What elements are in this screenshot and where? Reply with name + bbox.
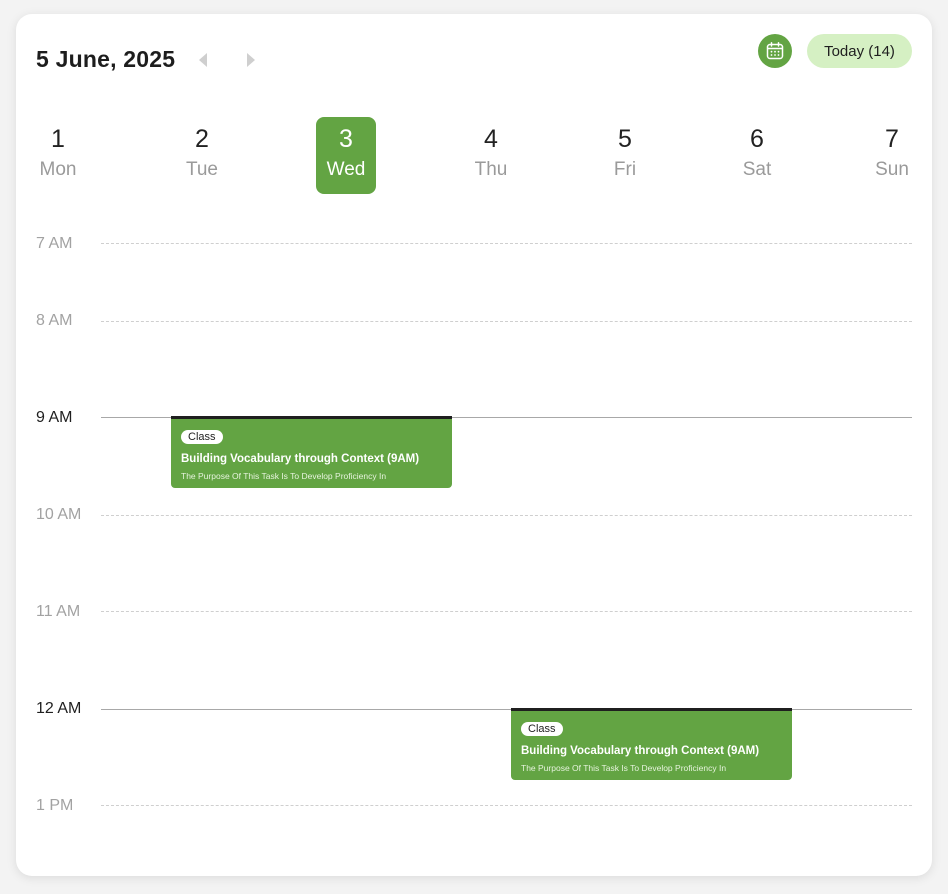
day-number: 1 — [51, 125, 65, 153]
next-week-button[interactable] — [240, 50, 260, 70]
day-thu[interactable]: 4 Thu — [461, 117, 521, 194]
chevron-left-icon — [199, 53, 207, 67]
time-label: 7 AM — [36, 235, 73, 252]
day-name: Wed — [326, 159, 366, 180]
date-title: 5 June, 2025 — [36, 46, 176, 72]
event-title: Building Vocabulary through Context (9AM… — [521, 745, 760, 757]
hour-line — [101, 243, 912, 244]
prev-week-button[interactable] — [194, 50, 214, 70]
day-number: 7 — [885, 125, 899, 153]
time-label: 8 AM — [36, 312, 73, 329]
day-wed[interactable]: 3 Wed — [316, 117, 376, 194]
day-mon[interactable]: 1 Mon — [28, 117, 88, 194]
time-label: 11 AM — [36, 603, 81, 620]
day-name: Thu — [474, 159, 508, 180]
event-card[interactable]: Class Building Vocabulary through Contex… — [171, 416, 452, 488]
hour-line — [101, 611, 912, 612]
time-label: 9 AM — [36, 409, 73, 426]
day-number: 4 — [484, 125, 498, 153]
calendar-picker-button[interactable] — [758, 34, 792, 68]
calendar-card: 5 June, 2025 Today (14) 1 Mon 2 Tue 3 We… — [16, 14, 932, 876]
day-sun[interactable]: 7 Sun — [862, 117, 922, 194]
event-card[interactable]: Class Building Vocabulary through Contex… — [511, 708, 792, 780]
day-name: Mon — [39, 159, 77, 180]
time-label: 12 AM — [36, 700, 82, 717]
day-tue[interactable]: 2 Tue — [172, 117, 232, 194]
day-name: Tue — [185, 159, 219, 180]
day-fri[interactable]: 5 Fri — [595, 117, 655, 194]
hour-line — [101, 805, 912, 806]
day-number: 6 — [750, 125, 764, 153]
event-title: Building Vocabulary through Context (9AM… — [181, 453, 420, 465]
day-name: Sun — [875, 159, 909, 180]
day-number: 5 — [618, 125, 632, 153]
event-description: The Purpose Of This Task Is To Develop P… — [181, 471, 387, 481]
event-tag: Class — [181, 430, 223, 444]
time-label: 1 PM — [36, 797, 74, 814]
hour-line — [101, 321, 912, 322]
day-number: 3 — [339, 125, 353, 153]
today-button[interactable]: Today (14) — [807, 34, 912, 68]
event-description: The Purpose Of This Task Is To Develop P… — [521, 763, 727, 773]
day-name: Sat — [742, 159, 772, 180]
day-number: 2 — [195, 125, 209, 153]
calendar-icon — [766, 42, 784, 60]
time-label: 10 AM — [36, 506, 82, 523]
chevron-right-icon — [247, 53, 255, 67]
hour-line — [101, 515, 912, 516]
day-sat[interactable]: 6 Sat — [727, 117, 787, 194]
day-name: Fri — [613, 159, 637, 180]
event-tag: Class — [521, 722, 563, 736]
